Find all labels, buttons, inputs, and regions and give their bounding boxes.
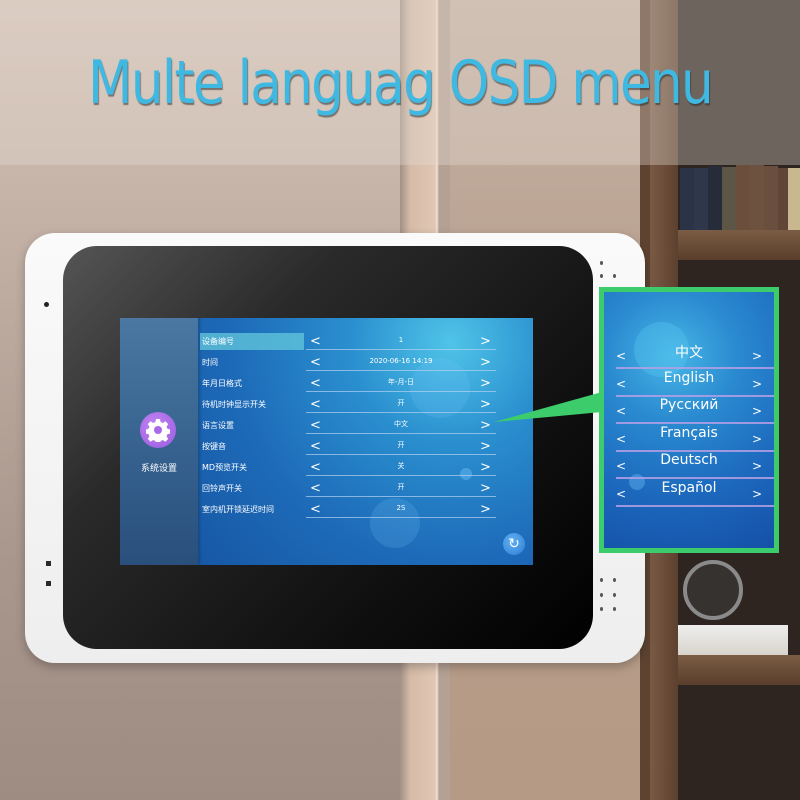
chevron-right-icon[interactable]: > <box>752 432 762 446</box>
speaker-hole <box>600 593 603 597</box>
chevron-right-icon[interactable]: > <box>752 487 762 501</box>
setting-label[interactable]: 语言设置 <box>200 417 304 434</box>
language-label: 中文 <box>675 345 703 361</box>
setting-label[interactable]: 回铃声开关 <box>200 480 304 497</box>
row-divider <box>616 504 774 507</box>
setting-label[interactable]: MD预览开关 <box>200 459 304 476</box>
chevron-right-icon[interactable]: > <box>480 356 491 369</box>
speaker-hole <box>613 578 616 582</box>
language-menu-callout: < 中文 > < English > < Русский > < Français > < Deutsch… <box>599 287 779 553</box>
language-option[interactable]: < Français > <box>604 425 774 452</box>
speaker-hole <box>613 593 616 597</box>
headline-title: Multe languag OSD menu <box>88 48 714 118</box>
language-option[interactable]: < Español > <box>604 480 774 507</box>
setting-label[interactable]: 室内机开锁延迟时间 <box>200 501 304 518</box>
book <box>736 165 750 230</box>
setting-value: 2S <box>306 501 496 518</box>
speaker-hole <box>613 274 616 278</box>
shelf-board <box>678 655 800 685</box>
book <box>750 165 764 230</box>
language-label: Français <box>660 424 718 441</box>
stacked-books <box>678 625 788 655</box>
book <box>722 167 736 230</box>
globe-decoration <box>683 560 743 620</box>
language-label: Русский <box>659 397 719 413</box>
language-label: Español <box>661 479 717 496</box>
language-label: Deutsch <box>660 452 718 468</box>
book <box>788 168 800 230</box>
screen-sidebar: 系统设置 <box>120 318 202 565</box>
book <box>694 168 708 230</box>
setting-value: 关 <box>306 459 496 476</box>
chevron-right-icon[interactable]: > <box>480 503 491 516</box>
language-option[interactable]: < Deutsch > <box>604 452 774 479</box>
setting-label[interactable]: 设备编号 <box>200 333 304 350</box>
camera-dot <box>44 302 49 307</box>
book <box>680 168 694 230</box>
books-row <box>678 165 800 230</box>
chevron-right-icon[interactable]: > <box>480 419 491 432</box>
setting-label[interactable]: 时间 <box>200 354 304 371</box>
chevron-right-icon[interactable]: > <box>480 461 491 474</box>
indicator-light <box>46 561 51 566</box>
setting-value: 开 <box>306 396 496 413</box>
speaker-hole <box>600 578 603 582</box>
language-option[interactable]: < 中文 > <box>604 342 774 369</box>
chevron-right-icon[interactable]: > <box>480 377 491 390</box>
setting-value: 1 <box>306 333 496 350</box>
system-settings-label: 系统设置 <box>140 464 177 474</box>
chevron-right-icon[interactable]: > <box>480 398 491 411</box>
setting-label[interactable]: 年月日格式 <box>200 375 304 392</box>
chevron-right-icon[interactable]: > <box>752 377 762 391</box>
speaker-hole <box>600 261 603 265</box>
indicator-light <box>46 581 51 586</box>
setting-label[interactable]: 待机时钟显示开关 <box>200 396 304 413</box>
gear-icon <box>146 419 170 442</box>
setting-label[interactable]: 按键音 <box>200 438 304 455</box>
chevron-right-icon[interactable]: > <box>480 482 491 495</box>
chevron-right-icon[interactable]: > <box>752 459 762 473</box>
language-option[interactable]: < Русский > <box>604 397 774 424</box>
setting-value: 2020-06-16 14:19 <box>306 354 496 371</box>
language-label: English <box>663 369 715 386</box>
chevron-right-icon[interactable]: > <box>480 440 491 453</box>
speaker-hole <box>600 607 603 611</box>
system-settings-button[interactable] <box>140 412 176 448</box>
book <box>764 166 778 230</box>
setting-value: 开 <box>306 480 496 497</box>
refresh-icon: ↻ <box>508 536 520 552</box>
speaker-hole <box>613 607 616 611</box>
language-option[interactable]: < English > <box>604 370 774 397</box>
setting-value: 中文 <box>306 417 496 434</box>
refresh-button[interactable]: ↻ <box>503 533 525 555</box>
setting-value: 年-月-日 <box>306 375 496 392</box>
chevron-right-icon[interactable]: > <box>752 404 762 418</box>
book <box>708 166 722 230</box>
setting-value: 开 <box>306 438 496 455</box>
speaker-hole <box>600 274 603 278</box>
chevron-right-icon[interactable]: > <box>752 349 762 363</box>
shelf-board <box>678 230 800 260</box>
device-screen: 系统设置 设备编号 <1 > 时间 <2020-06-16 14:19 > 年月日格式 < 年-… <box>120 318 533 565</box>
chevron-right-icon[interactable]: > <box>480 335 491 348</box>
